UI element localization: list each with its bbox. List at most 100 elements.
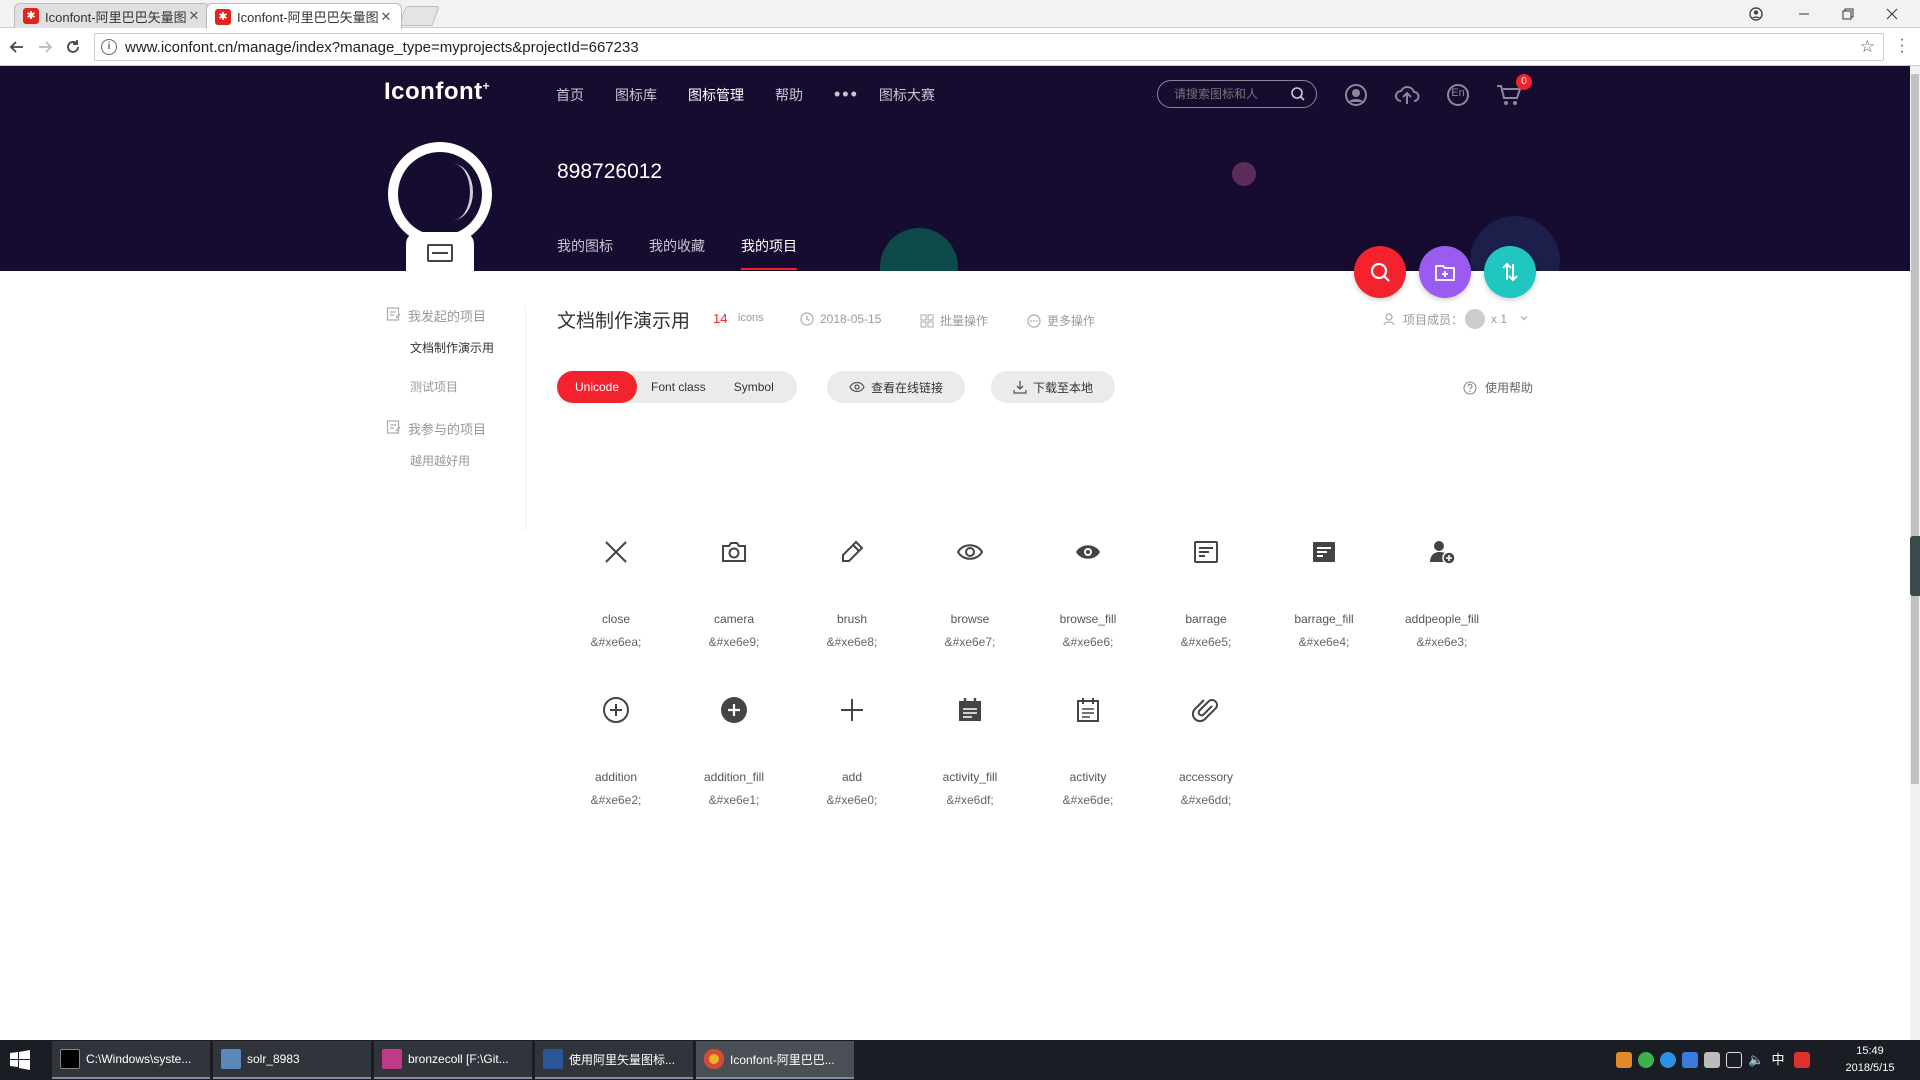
- icon-card[interactable]: activity &#xe6de;: [1029, 684, 1147, 834]
- member-avatar: [1465, 309, 1486, 329]
- taskbar-item-solr[interactable]: solr_8983: [213, 1041, 371, 1079]
- iconfont-logo[interactable]: Iconfont+: [384, 78, 490, 106]
- scrollbar-thumb[interactable]: [1911, 74, 1919, 784]
- browser-menu-icon[interactable]: · · ·: [1896, 32, 1908, 60]
- message-icon[interactable]: [1343, 82, 1369, 108]
- tab-close-icon[interactable]: ✕: [379, 9, 393, 25]
- icon-card[interactable]: camera &#xe6e9;: [675, 526, 793, 676]
- sidebar-item-test-project[interactable]: 测试项目: [410, 378, 525, 395]
- tray-app-icon[interactable]: [1616, 1052, 1632, 1068]
- taskbar-item-ide[interactable]: bronzecoll [F:\Git...: [374, 1041, 532, 1079]
- batch-operation-button[interactable]: 批量操作: [920, 312, 988, 329]
- network-icon[interactable]: [1726, 1052, 1742, 1068]
- search-fab[interactable]: [1354, 246, 1406, 298]
- nav-home[interactable]: 首页: [556, 85, 584, 105]
- taskbar-item-cmd[interactable]: C:\Windows\syste...: [52, 1041, 210, 1079]
- search-icon[interactable]: [1290, 86, 1306, 105]
- plus-icon: [793, 690, 911, 730]
- mode-symbol[interactable]: Symbol: [720, 371, 788, 403]
- windows-start-icon[interactable]: [10, 1050, 30, 1070]
- icon-code: &#xe6df;: [946, 793, 994, 807]
- view-online-link-button[interactable]: 查看在线链接: [827, 371, 965, 403]
- sidebar-item-demo-project[interactable]: 文档制作演示用: [410, 339, 525, 356]
- nav-icon-manage[interactable]: 图标管理: [688, 85, 744, 105]
- taskbar-item-label: solr_8983: [247, 1052, 300, 1066]
- browser-tab-1[interactable]: ✱ Iconfont-阿里巴巴矢量图标库 ✕: [14, 3, 210, 28]
- mode-font-class[interactable]: Font class: [637, 371, 720, 403]
- back-icon[interactable]: [6, 36, 28, 58]
- icon-card[interactable]: addition_fill &#xe6e1;: [675, 684, 793, 834]
- sogou-ime-icon[interactable]: [1794, 1052, 1810, 1068]
- language-icon[interactable]: En: [1445, 82, 1471, 108]
- icon-card[interactable]: barrage &#xe6e5;: [1147, 526, 1265, 676]
- tab-close-icon[interactable]: ✕: [187, 8, 201, 24]
- bookmark-star-icon[interactable]: ☆: [1860, 37, 1875, 57]
- tray-network-app-icon[interactable]: [1704, 1052, 1720, 1068]
- eye-icon: [911, 532, 1029, 572]
- mode-unicode[interactable]: Unicode: [557, 371, 638, 403]
- nav-icon-library[interactable]: 图标库: [615, 85, 657, 105]
- icon-name: browse_fill: [1059, 612, 1117, 626]
- restore-icon[interactable]: [1826, 0, 1870, 28]
- close-window-icon[interactable]: [1870, 0, 1914, 28]
- cart-icon[interactable]: 0: [1496, 74, 1532, 108]
- new-tab-button[interactable]: [398, 6, 440, 26]
- icon-card[interactable]: close &#xe6ea;: [557, 526, 675, 676]
- browser-tab-2[interactable]: ✱ Iconfont-阿里巴巴矢量图标库 ✕: [206, 3, 402, 29]
- clock-time: 15:49: [1856, 1045, 1884, 1057]
- taskbar-item-chrome[interactable]: Iconfont-阿里巴巴...: [696, 1041, 854, 1079]
- icon-card[interactable]: browse_fill &#xe6e6;: [1029, 526, 1147, 676]
- site-info-icon[interactable]: i: [101, 39, 117, 55]
- ime-indicator[interactable]: 中: [1770, 1052, 1786, 1068]
- nav-help[interactable]: 帮助: [775, 85, 803, 105]
- browser-tab-title: Iconfont-阿里巴巴矢量图标库: [45, 9, 187, 25]
- forward-icon[interactable]: [34, 36, 56, 58]
- download-label: 下载至本地: [1032, 380, 1093, 395]
- more-operation-label: 更多操作: [1047, 314, 1096, 328]
- minimize-icon[interactable]: [1782, 0, 1826, 28]
- avatar[interactable]: [388, 142, 492, 246]
- icon-card[interactable]: browse &#xe6e7;: [911, 526, 1029, 676]
- sidebar-item-joined-project[interactable]: 越用越好用: [410, 452, 525, 469]
- project-date-text: 2018-05-15: [820, 312, 882, 326]
- icon-code: &#xe6e5;: [1180, 635, 1232, 649]
- nav-contest[interactable]: 图标大赛: [879, 85, 935, 105]
- search-input[interactable]: [1174, 87, 1284, 101]
- shield-icon[interactable]: [1682, 1052, 1698, 1068]
- tray-app-icon[interactable]: [1660, 1052, 1676, 1068]
- icon-name: add: [841, 770, 863, 784]
- download-button[interactable]: 下载至本地: [991, 371, 1115, 403]
- tab-my-favorites[interactable]: 我的收藏: [649, 236, 705, 270]
- taskbar-item-word[interactable]: 使用阿里矢量图标...: [535, 1041, 693, 1079]
- tab-my-projects[interactable]: 我的项目: [741, 236, 797, 270]
- taskbar-item-label: Iconfont-阿里巴巴...: [730, 1052, 835, 1067]
- add-to-project-fab[interactable]: [1419, 246, 1471, 298]
- tab-my-icons[interactable]: 我的图标: [557, 236, 613, 270]
- volume-icon[interactable]: 🔈: [1748, 1052, 1764, 1068]
- url-field[interactable]: i www.iconfont.cn/manage/index?manage_ty…: [94, 33, 1884, 61]
- taskbar-clock[interactable]: 15:49 2018/5/15: [1830, 1043, 1910, 1077]
- icon-card[interactable]: addpeople_fill &#xe6e3;: [1383, 526, 1501, 676]
- icon-card[interactable]: accessory &#xe6dd;: [1147, 684, 1265, 834]
- profile-icon[interactable]: [1734, 0, 1778, 28]
- icon-card[interactable]: activity_fill &#xe6df;: [911, 684, 1029, 834]
- more-operation-button[interactable]: 更多操作: [1027, 312, 1095, 329]
- address-bar-row: i www.iconfont.cn/manage/index?manage_ty…: [0, 28, 1920, 66]
- icon-card[interactable]: addition &#xe6e2;: [557, 684, 675, 834]
- project-members[interactable]: 项目成员： x 1: [1383, 309, 1535, 329]
- logo-mark: +: [482, 79, 491, 93]
- icon-card[interactable]: add &#xe6e0;: [793, 684, 911, 834]
- nav-more-icon[interactable]: •••: [834, 84, 859, 105]
- page-scrollbar[interactable]: [1910, 66, 1920, 1040]
- icon-card[interactable]: barrage_fill &#xe6e4;: [1265, 526, 1383, 676]
- reload-icon[interactable]: [62, 36, 84, 58]
- wechat-icon[interactable]: [1638, 1052, 1654, 1068]
- side-feedback-handle[interactable]: [1910, 536, 1920, 596]
- help-link[interactable]: 使用帮助: [1463, 379, 1533, 396]
- sort-fab[interactable]: [1484, 246, 1536, 298]
- sidebar-group-joined: 我参与的项目: [386, 419, 525, 438]
- upload-icon[interactable]: [1394, 82, 1420, 108]
- calendar-fill-icon: [911, 690, 1029, 730]
- icon-card[interactable]: brush &#xe6e8;: [793, 526, 911, 676]
- header-search: [1157, 80, 1317, 108]
